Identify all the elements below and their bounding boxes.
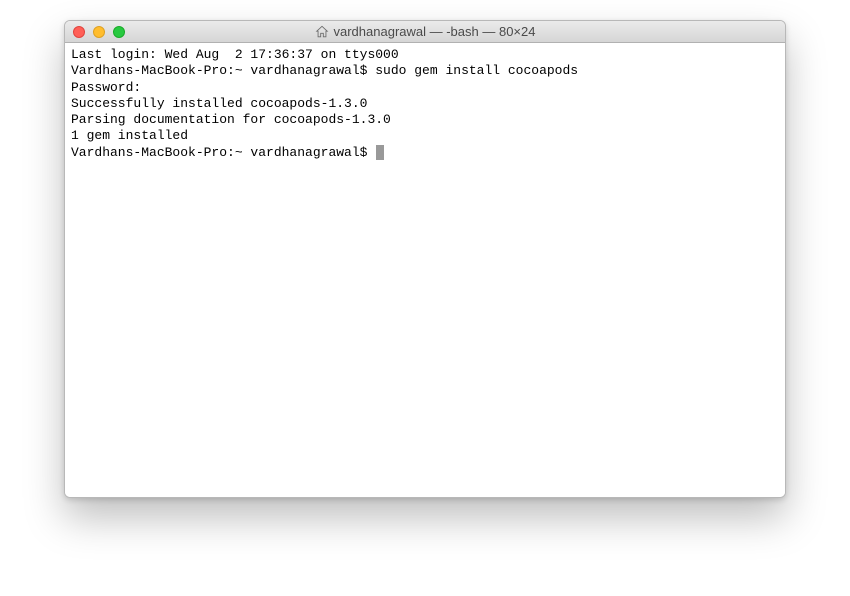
cursor — [376, 145, 384, 160]
home-icon — [315, 25, 329, 39]
maximize-button[interactable] — [113, 26, 125, 38]
terminal-output-line: Vardhans-MacBook-Pro:~ vardhanagrawal$ s… — [71, 63, 779, 79]
traffic-lights — [73, 26, 125, 38]
terminal-output-line: Successfully installed cocoapods-1.3.0 — [71, 96, 779, 112]
terminal-output-line: Password: — [71, 80, 779, 96]
minimize-button[interactable] — [93, 26, 105, 38]
window-title-text: vardhanagrawal — -bash — 80×24 — [334, 24, 536, 39]
terminal-window: vardhanagrawal — -bash — 80×24 Last logi… — [64, 20, 786, 498]
terminal-output-line: 1 gem installed — [71, 128, 779, 144]
terminal-output-line: Parsing documentation for cocoapods-1.3.… — [71, 112, 779, 128]
window-title: vardhanagrawal — -bash — 80×24 — [65, 24, 785, 39]
close-button[interactable] — [73, 26, 85, 38]
terminal-prompt: Vardhans-MacBook-Pro:~ vardhanagrawal$ — [71, 145, 375, 161]
terminal-body[interactable]: Last login: Wed Aug 2 17:36:37 on ttys00… — [65, 43, 785, 497]
terminal-output-line: Last login: Wed Aug 2 17:36:37 on ttys00… — [71, 47, 779, 63]
title-bar[interactable]: vardhanagrawal — -bash — 80×24 — [65, 21, 785, 43]
terminal-prompt-line: Vardhans-MacBook-Pro:~ vardhanagrawal$ — [71, 145, 779, 161]
